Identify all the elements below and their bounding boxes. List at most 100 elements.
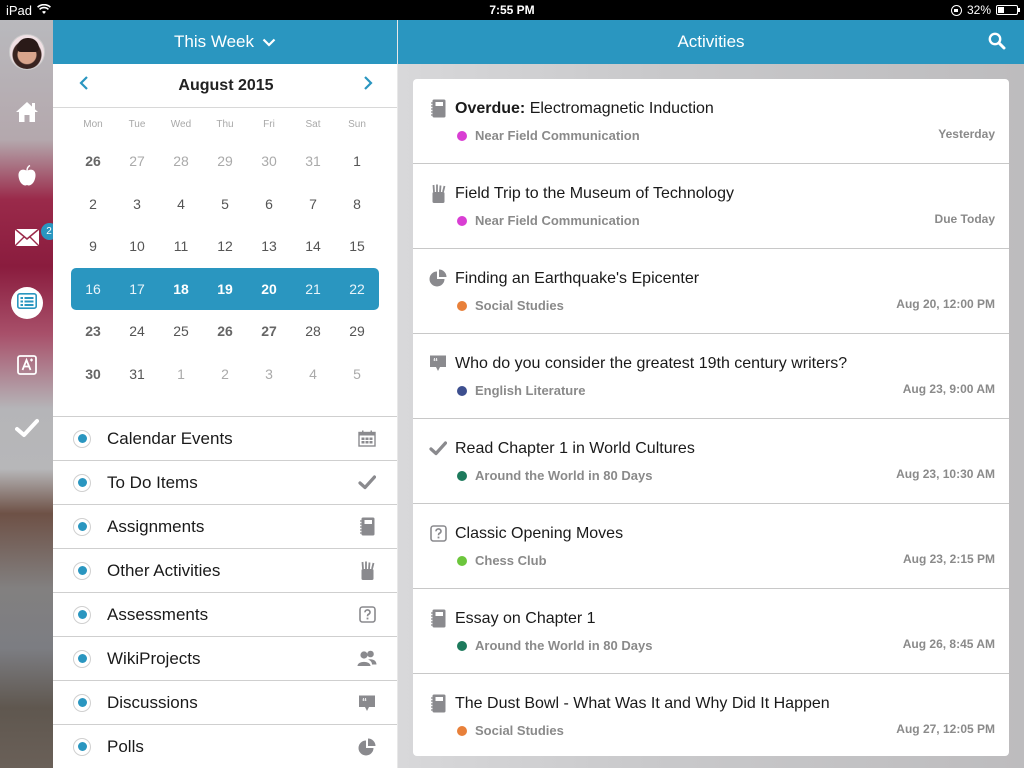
filter-wikiprojects[interactable]: WikiProjects — [53, 637, 397, 681]
calendar-day[interactable]: 30 — [71, 366, 115, 382]
calendar-day[interactable]: 29 — [335, 323, 379, 339]
pie-chart-icon — [357, 737, 377, 757]
nav-messages[interactable]: 2 — [0, 220, 58, 260]
filter-assessments[interactable]: Assessments — [53, 593, 397, 637]
activity-item[interactable]: The Dust Bowl - What Was It and Why Did … — [413, 674, 1009, 756]
course-name: Social Studies — [475, 298, 564, 313]
calendar-day[interactable]: 4 — [291, 366, 335, 382]
pencil-cup-icon — [429, 184, 447, 203]
calendar-day[interactable]: 14 — [291, 238, 335, 254]
calendar-day[interactable]: 1 — [159, 366, 203, 382]
calendar-day[interactable]: 28 — [159, 153, 203, 169]
calendar-day[interactable]: 12 — [203, 238, 247, 254]
activity-item[interactable]: Classic Opening Moves Chess Club Aug 23, 2… — [413, 504, 1009, 589]
calendar-day[interactable]: 6 — [247, 196, 291, 212]
calendar-day[interactable]: 22 — [335, 281, 379, 297]
calendar-day[interactable]: 27 — [115, 153, 159, 169]
calendar-day[interactable]: 2 — [71, 196, 115, 212]
calendar-week[interactable]: 26 27 28 29 30 31 1 — [71, 140, 379, 183]
weekday-header: Mon Tue Wed Thu Fri Sat Sun — [53, 108, 397, 140]
filter-radio[interactable] — [73, 561, 91, 580]
activity-item[interactable]: Field Trip to the Museum of Technology Ne… — [413, 164, 1009, 249]
calendar-day[interactable]: 23 — [71, 323, 115, 339]
calendar-day[interactable]: 13 — [247, 238, 291, 254]
weekday-label: Sat — [305, 118, 321, 130]
calendar-week[interactable]: 9 10 11 12 13 14 15 — [71, 225, 379, 268]
activity-item[interactable]: Read Chapter 1 in World Cultures Around t… — [413, 419, 1009, 504]
activity-item[interactable]: Overdue: Electromagnetic Induction Near F… — [413, 79, 1009, 164]
calendar-day[interactable]: 4 — [159, 196, 203, 212]
filter-to-do-items[interactable]: To Do Items — [53, 461, 397, 505]
calendar-week[interactable]: 30 31 1 2 3 4 5 — [71, 353, 379, 396]
activity-item[interactable]: “ Who do you consider the greatest 19th c… — [413, 334, 1009, 419]
calendar-day[interactable]: 11 — [159, 238, 203, 254]
calendar-day[interactable]: 31 — [291, 153, 335, 169]
nav-home[interactable] — [0, 94, 53, 134]
calendar-day[interactable]: 1 — [335, 153, 379, 169]
activity-title: Finding an Earthquake's Epicenter — [455, 270, 699, 288]
calendar-day[interactable]: 31 — [115, 366, 159, 382]
month-title: August 2015 — [178, 76, 274, 94]
calendar-day[interactable]: 17 — [115, 281, 159, 297]
calendar-day[interactable]: 10 — [115, 238, 159, 254]
filter-other-activities[interactable]: Other Activities — [53, 549, 397, 593]
calendar-day[interactable]: 16 — [71, 281, 115, 297]
nav-grades[interactable] — [0, 347, 53, 387]
weekday-label: Thu — [216, 118, 234, 130]
calendar-day[interactable]: 24 — [115, 323, 159, 339]
filter-radio[interactable] — [73, 605, 91, 624]
calendar-day[interactable]: 27 — [247, 323, 291, 339]
activity-item[interactable]: Finding an Earthquake's Epicenter Social … — [413, 249, 1009, 334]
search-button[interactable] — [988, 32, 1006, 55]
calendar-day[interactable]: 20 — [247, 281, 291, 297]
nav-todo[interactable] — [0, 410, 53, 450]
calendar-day[interactable]: 3 — [247, 366, 291, 382]
calendar-day[interactable]: 15 — [335, 238, 379, 254]
calendar-day[interactable]: 26 — [71, 153, 115, 169]
filter-radio[interactable] — [73, 517, 91, 536]
activity-title: Overdue: Electromagnetic Induction — [455, 100, 714, 118]
next-month-button[interactable] — [363, 74, 373, 97]
course-color-dot — [457, 301, 467, 311]
nav-activities[interactable] — [0, 283, 53, 323]
calendar-day[interactable]: 30 — [247, 153, 291, 169]
activity-date: Yesterday — [938, 127, 995, 141]
calendar-day[interactable]: 21 — [291, 281, 335, 297]
previous-month-button[interactable] — [79, 74, 89, 97]
filter-radio[interactable] — [73, 649, 91, 668]
nav-courses[interactable] — [0, 158, 53, 198]
calendar-day[interactable]: 18 — [159, 281, 203, 297]
calendar-day[interactable]: 29 — [203, 153, 247, 169]
avatar[interactable] — [9, 34, 45, 70]
calendar-day[interactable]: 5 — [335, 366, 379, 382]
range-selector[interactable]: This Week — [53, 20, 397, 64]
course-name: Chess Club — [475, 553, 547, 568]
calendar-day[interactable]: 28 — [291, 323, 335, 339]
calendar-day[interactable]: 3 — [115, 196, 159, 212]
calendar-week[interactable]: 23 24 25 26 27 28 29 — [71, 310, 379, 353]
filter-radio[interactable] — [73, 693, 91, 712]
activity-date: Aug 26, 8:45 AM — [902, 637, 995, 651]
calendar-day[interactable]: 7 — [291, 196, 335, 212]
filter-discussions[interactable]: Discussions “ — [53, 681, 397, 725]
weekday-label: Wed — [170, 118, 192, 130]
filter-radio[interactable] — [73, 737, 91, 756]
filter-radio[interactable] — [73, 473, 91, 492]
calendar-day[interactable]: 5 — [203, 196, 247, 212]
checkmark-icon — [357, 473, 377, 493]
filter-assignments[interactable]: Assignments — [53, 505, 397, 549]
calendar-day[interactable]: 25 — [159, 323, 203, 339]
filter-polls[interactable]: Polls — [53, 725, 397, 768]
calendar-day[interactable]: 19 — [203, 281, 247, 297]
calendar-day[interactable]: 26 — [203, 323, 247, 339]
calendar-week-selected[interactable]: 16 17 18 19 20 21 22 — [71, 267, 379, 311]
activity-item[interactable]: Essay on Chapter 1 Around the World in 80… — [413, 589, 1009, 674]
filter-calendar-events[interactable]: Calendar Events — [53, 417, 397, 461]
calendar-day[interactable]: 8 — [335, 196, 379, 212]
calendar-week[interactable]: 2345678 — [71, 183, 379, 226]
activities-title: Activities — [677, 32, 745, 51]
calendar-day[interactable]: 9 — [71, 238, 115, 254]
calendar-day[interactable]: 2 — [203, 366, 247, 382]
weekday-label: Fri — [263, 118, 275, 130]
filter-radio[interactable] — [73, 429, 91, 448]
